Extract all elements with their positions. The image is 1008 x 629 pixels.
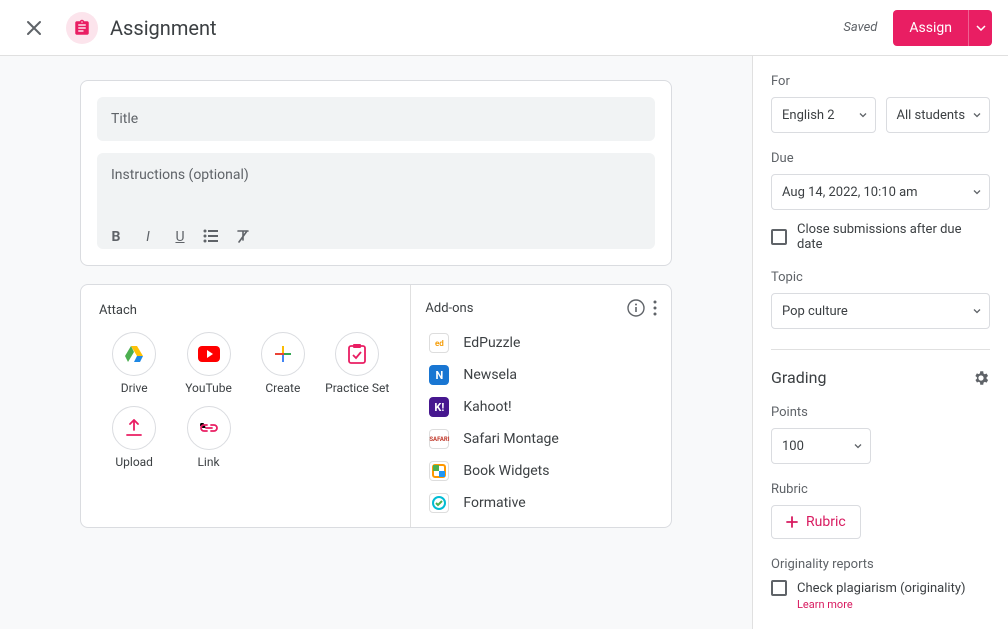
learn-more-link[interactable]: Learn more <box>797 598 990 611</box>
attach-item-label: Link <box>197 456 219 470</box>
caret-down-icon <box>973 190 981 195</box>
addons-section: Add-ons ed EdPuzzle N Newsela <box>411 285 671 527</box>
addon-label: Safari Montage <box>463 431 558 447</box>
caret-down-icon <box>973 309 981 314</box>
page-title: Assignment <box>110 16 843 40</box>
attach-card: Attach Drive YouTube <box>80 284 672 528</box>
drive-icon <box>124 345 144 363</box>
caret-down-icon <box>859 113 867 118</box>
clear-format-icon[interactable] <box>235 229 253 245</box>
attach-item-label: Drive <box>121 382 148 396</box>
originality-row: Check plagiarism (originality) <box>771 580 990 596</box>
addon-label: EdPuzzle <box>463 335 520 351</box>
attach-item-label: Practice Set <box>325 382 389 396</box>
attach-link[interactable]: Link <box>173 406 243 470</box>
caret-down-icon <box>854 444 862 449</box>
grading-label: Grading <box>771 368 826 387</box>
class-select-value: English 2 <box>782 108 835 123</box>
topic-select[interactable]: Pop culture <box>771 293 990 329</box>
grading-header: Grading <box>771 368 990 387</box>
for-label: For <box>771 74 990 89</box>
close-icon[interactable] <box>22 16 46 40</box>
addon-newsela[interactable]: N Newsela <box>425 359 657 391</box>
upload-icon <box>126 419 142 437</box>
attach-youtube[interactable]: YouTube <box>173 332 243 396</box>
addon-formative[interactable]: Formative <box>425 487 657 519</box>
assign-dropdown-button[interactable] <box>968 10 992 46</box>
class-select[interactable]: English 2 <box>771 97 876 133</box>
saved-status: Saved <box>843 20 877 35</box>
close-submissions-label: Close submissions after due date <box>797 222 990 252</box>
book-widgets-icon <box>429 461 449 481</box>
practice-set-icon <box>348 344 366 364</box>
bullet-list-icon[interactable] <box>203 229 221 245</box>
link-icon <box>199 423 219 433</box>
attach-upload[interactable]: Upload <box>99 406 169 470</box>
attach-create[interactable]: Create <box>248 332 318 396</box>
attach-label: Attach <box>99 303 392 318</box>
info-icon[interactable] <box>627 299 645 317</box>
close-submissions-row: Close submissions after due date <box>771 222 990 252</box>
edpuzzle-icon: ed <box>429 333 449 353</box>
header-bar: Assignment Saved Assign <box>0 0 1008 56</box>
originality-checkbox[interactable] <box>771 580 787 596</box>
assign-button[interactable]: Assign <box>893 10 968 46</box>
originality-check-label: Check plagiarism (originality) <box>797 581 966 596</box>
addon-book-widgets[interactable]: Book Widgets <box>425 455 657 487</box>
points-select[interactable]: 100 <box>771 428 871 464</box>
rubric-button[interactable]: Rubric <box>771 505 861 539</box>
rubric-label: Rubric <box>771 482 990 497</box>
underline-icon[interactable]: U <box>171 229 189 245</box>
kahoot-icon: K! <box>429 397 449 417</box>
gear-icon[interactable] <box>972 369 990 387</box>
youtube-icon <box>198 346 220 362</box>
students-select-value: All students <box>897 108 966 123</box>
due-label: Due <box>771 151 990 166</box>
rubric-button-label: Rubric <box>806 514 846 530</box>
editor-card: Title Instructions (optional) B I U <box>80 80 672 266</box>
topic-label: Topic <box>771 270 990 285</box>
format-toolbar: B I U <box>97 221 655 249</box>
addon-label: Kahoot! <box>463 399 511 415</box>
caret-down-icon <box>976 25 986 31</box>
addon-edpuzzle[interactable]: ed EdPuzzle <box>425 327 657 359</box>
main-column: Title Instructions (optional) B I U Atta… <box>0 56 752 629</box>
safari-montage-icon: SAFARI <box>429 429 449 449</box>
addons-label: Add-ons <box>425 301 473 316</box>
attach-item-label: Create <box>265 382 300 396</box>
settings-sidebar: For English 2 All students Due Aug 14, 2… <box>752 56 1008 629</box>
addon-kahoot[interactable]: K! Kahoot! <box>425 391 657 423</box>
close-submissions-checkbox[interactable] <box>771 229 787 245</box>
caret-down-icon <box>973 113 981 118</box>
title-input[interactable]: Title <box>97 97 655 141</box>
due-date-value: Aug 14, 2022, 10:10 am <box>782 185 918 200</box>
addon-label: Newsela <box>463 367 517 383</box>
originality-label: Originality reports <box>771 557 990 572</box>
formative-icon <box>429 493 449 513</box>
assignment-icon <box>66 12 98 44</box>
points-label: Points <box>771 405 990 420</box>
due-date-select[interactable]: Aug 14, 2022, 10:10 am <box>771 174 990 210</box>
instructions-input[interactable]: Instructions (optional) <box>97 153 655 221</box>
newsela-icon: N <box>429 365 449 385</box>
bold-icon[interactable]: B <box>107 229 125 245</box>
more-vert-icon[interactable] <box>653 300 657 316</box>
plus-icon <box>275 346 291 362</box>
plus-icon <box>786 516 798 528</box>
addon-label: Book Widgets <box>463 463 549 479</box>
italic-icon[interactable]: I <box>139 229 157 245</box>
attach-drive[interactable]: Drive <box>99 332 169 396</box>
students-select[interactable]: All students <box>886 97 991 133</box>
attach-item-label: Upload <box>115 456 153 470</box>
points-value: 100 <box>782 439 804 454</box>
attach-practice-set[interactable]: Practice Set <box>322 332 392 396</box>
addon-label: Formative <box>463 495 525 511</box>
topic-value: Pop culture <box>782 304 848 319</box>
attach-item-label: YouTube <box>185 382 232 396</box>
attach-section: Attach Drive YouTube <box>81 285 411 527</box>
addon-safari-montage[interactable]: SAFARI Safari Montage <box>425 423 657 455</box>
assign-button-group: Assign <box>893 10 992 46</box>
